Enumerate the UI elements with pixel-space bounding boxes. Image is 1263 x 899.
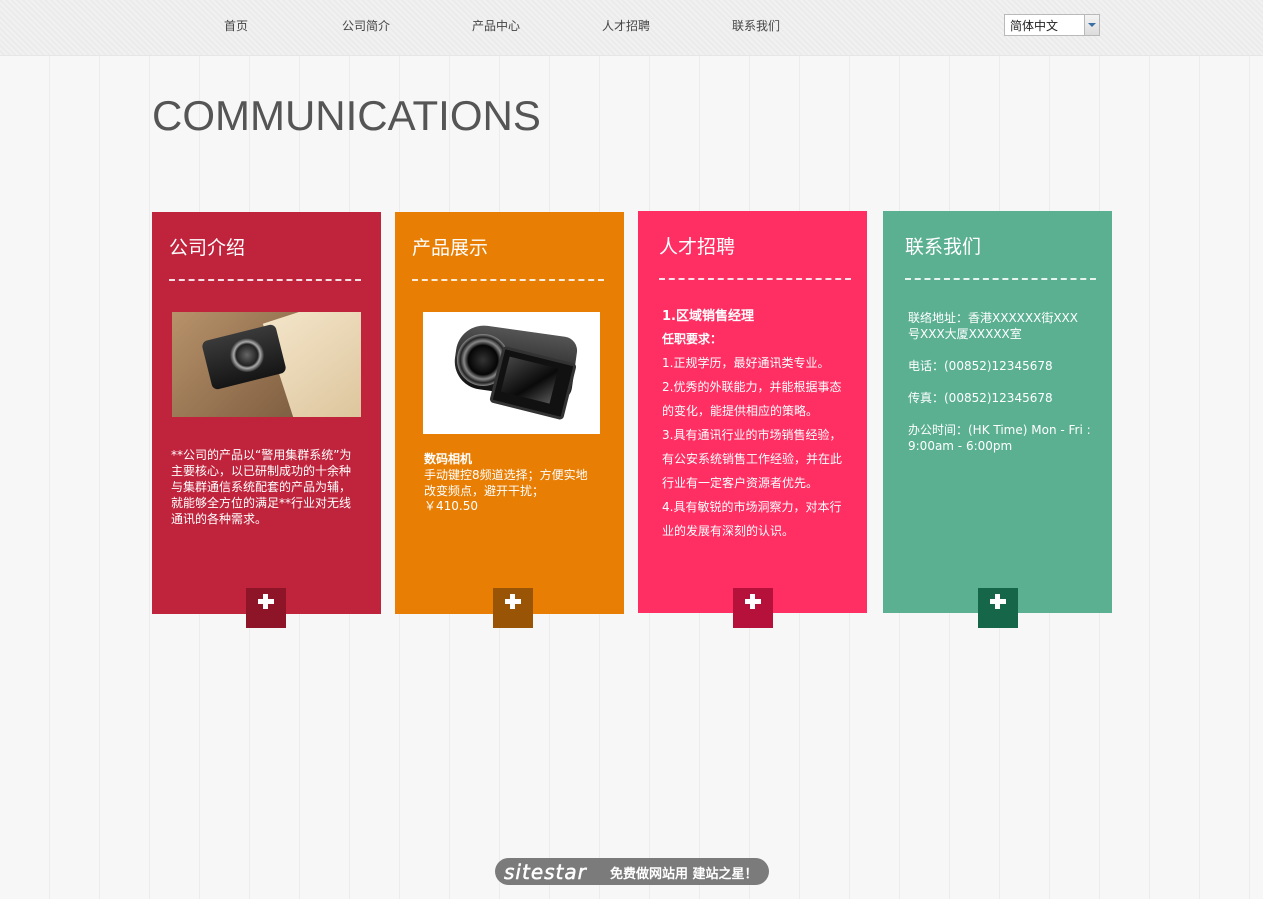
plus-icon[interactable] xyxy=(246,588,286,628)
nav-item-careers[interactable]: 人才招聘 xyxy=(602,17,650,34)
contact-address: 联络地址：香港XXXXXX街XXX号XXX大厦XXXXX室 xyxy=(908,311,1078,341)
product-price: ￥410.50 xyxy=(424,499,478,513)
card-careers: 人才招聘 1.区域销售经理 任职要求： 1.正规学历，最好通讯类专业。 2.优秀… xyxy=(638,211,867,628)
contact-fax: 传真：(00852)12345678 xyxy=(908,391,1053,405)
product-description: 手动键控8频道选择；方便实地改变频点，避开干扰； xyxy=(424,468,588,498)
requirement-item: 1.正规学历，最好通讯类专业。 xyxy=(662,356,830,370)
contact-phone: 电话：(00852)12345678 xyxy=(908,359,1053,373)
job-title: 1.区域销售经理 xyxy=(662,309,754,324)
page-title: COMMUNICATIONS xyxy=(152,92,541,139)
nav-item-contact[interactable]: 联系我们 xyxy=(732,17,780,34)
camcorder-product-image[interactable] xyxy=(423,312,600,434)
plus-icon[interactable] xyxy=(493,588,533,628)
language-select[interactable]: 简体中文 xyxy=(1004,14,1100,36)
requirement-item: 4.具有敏锐的市场洞察力，对本行业的发展有深刻的认识。 xyxy=(662,500,842,538)
card-title: 人才招聘 xyxy=(659,236,736,258)
card-contact: 联系我们 联络地址：香港XXXXXX街XXX号XXX大厦XXXXX室 电话：(0… xyxy=(883,211,1112,628)
requirement-item: 3.具有通讯行业的市场销售经验，有公安系统销售工作经验，并在此行业有一定客户资源… xyxy=(662,428,843,490)
card-title: 产品展示 xyxy=(412,237,489,259)
nav-item-home[interactable]: 首页 xyxy=(224,17,248,34)
contact-hours: 办公时间：(HK Time) Mon - Fri : 9:00am - 6:00… xyxy=(908,423,1091,453)
dashed-divider xyxy=(905,278,1096,280)
plus-icon[interactable] xyxy=(733,588,773,628)
vintage-camera-photo xyxy=(172,312,361,417)
product-name[interactable]: 数码相机 xyxy=(424,451,472,467)
requirement-item: 2.优秀的外联能力，并能根据事态的变化，能提供相应的策略。 xyxy=(662,380,842,418)
card-company-intro: 公司介绍 **公司的产品以“警用集群系统”为主要核心，以已研制成功的十余种与集群… xyxy=(152,212,381,628)
footer-slogan: 免费做网站用 建站之星！ xyxy=(610,867,758,882)
requirements-list: 1.正规学历，最好通讯类专业。 2.优秀的外联能力，并能根据事态的变化，能提供相… xyxy=(662,351,847,543)
card-title: 公司介绍 xyxy=(169,237,246,259)
nav-item-products[interactable]: 产品中心 xyxy=(472,17,520,34)
chevron-down-icon[interactable] xyxy=(1084,15,1099,35)
company-intro-text: **公司的产品以“警用集群系统”为主要核心，以已研制成功的十余种与集群通信系统配… xyxy=(171,448,352,526)
dashed-divider xyxy=(659,278,851,280)
top-navigation-bar: 首页 公司简介 产品中心 人才招聘 联系我们 简体中文 xyxy=(0,0,1263,56)
dashed-divider xyxy=(169,279,361,281)
sitestar-logo: sitestar xyxy=(504,860,587,885)
plus-icon[interactable] xyxy=(978,588,1018,628)
requirements-heading: 任职要求： xyxy=(662,332,723,346)
sitestar-footer-badge[interactable]: sitestar 免费做网站用 建站之星！ xyxy=(495,858,769,885)
card-title: 联系我们 xyxy=(905,236,982,258)
card-product-showcase: 产品展示 数码相机 手动键控8频道选择；方便实地改变频点，避开干扰； ￥410.… xyxy=(395,212,624,628)
nav-item-about[interactable]: 公司简介 xyxy=(342,17,390,34)
dashed-divider xyxy=(412,279,604,281)
language-select-value: 简体中文 xyxy=(1010,19,1059,33)
